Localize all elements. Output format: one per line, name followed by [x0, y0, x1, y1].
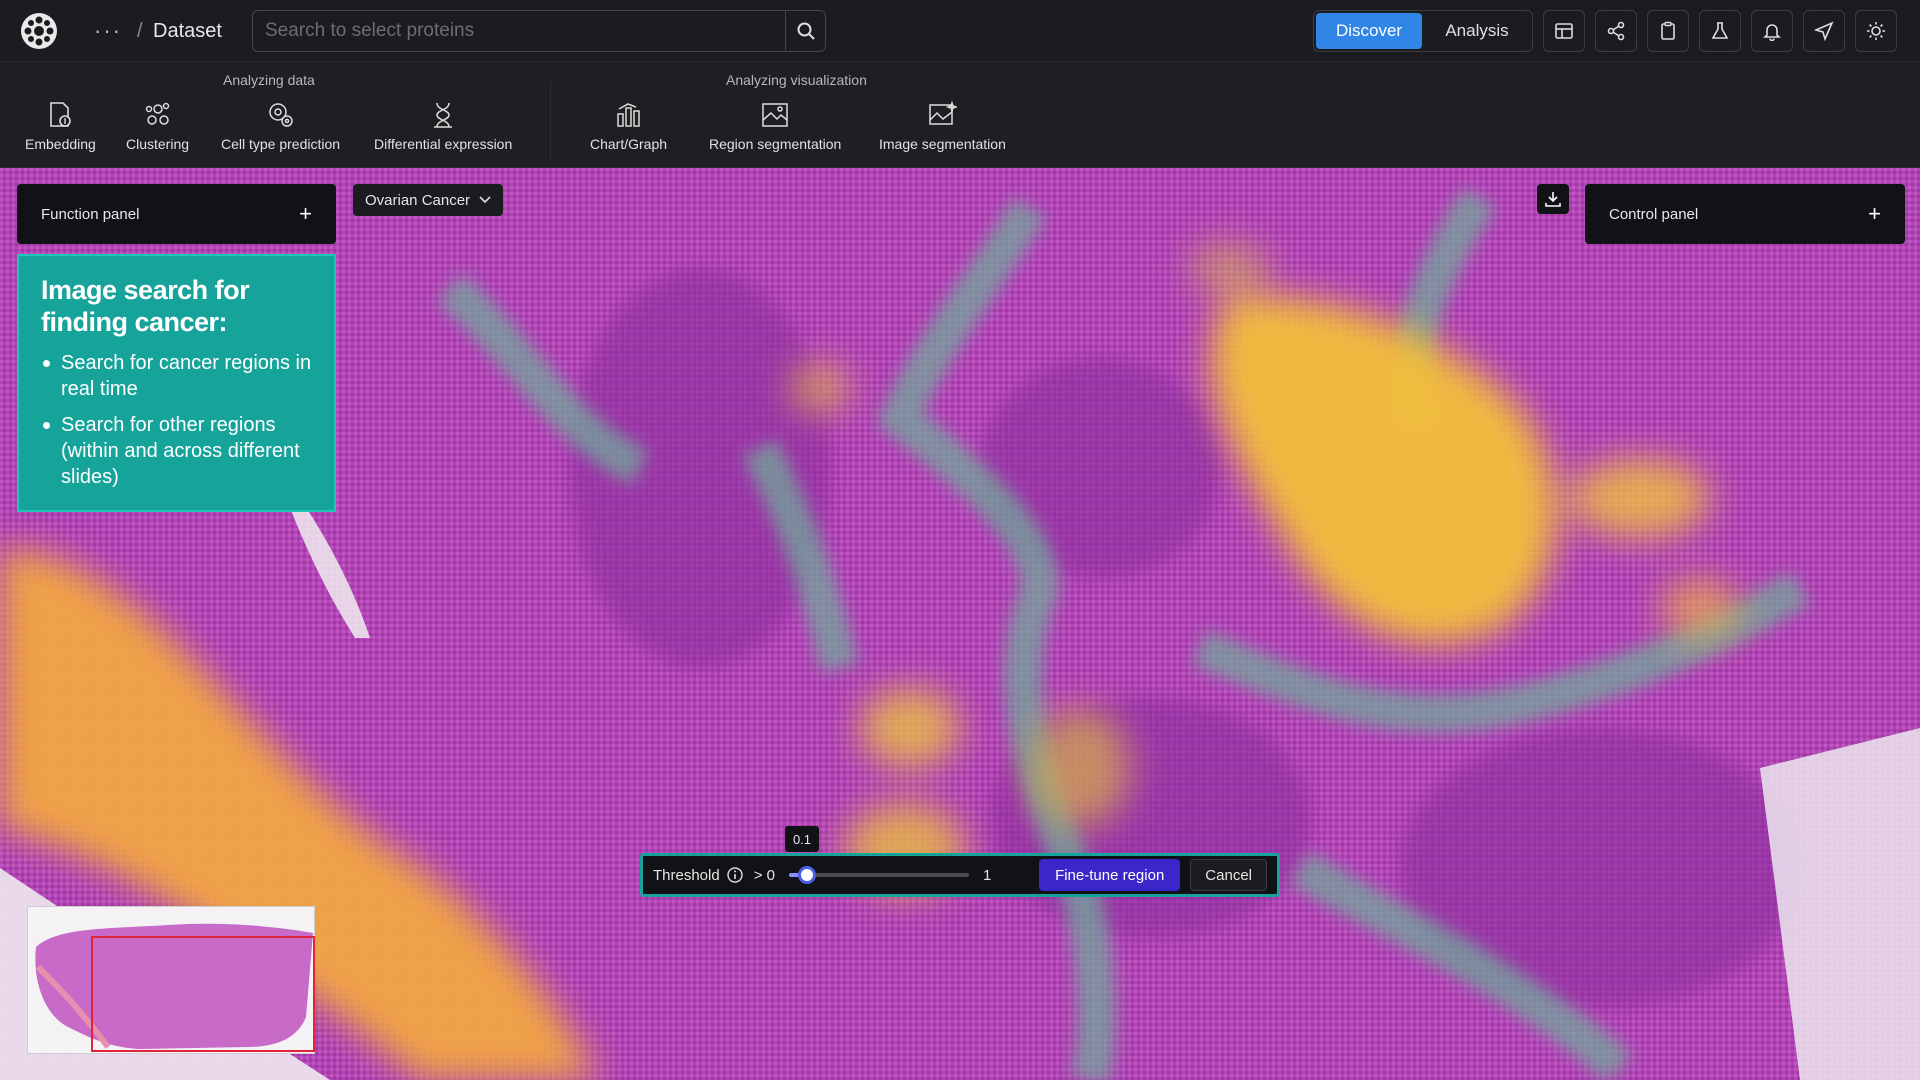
cancel-button[interactable]: Cancel [1190, 859, 1267, 891]
minimap-thumbnail [35, 923, 315, 1052]
theme-toggle-button[interactable] [1855, 10, 1897, 52]
breadcrumb-more-button[interactable]: ··· [94, 18, 122, 44]
info-icon[interactable] [726, 866, 744, 884]
fine-tune-region-button[interactable]: Fine-tune region [1039, 859, 1181, 891]
flask-button[interactable] [1699, 10, 1741, 52]
flask-icon [1711, 22, 1729, 39]
toolbar-divider [550, 82, 551, 162]
breadcrumb-separator: / [137, 20, 143, 42]
tool-label: Chart/Graph [590, 136, 668, 152]
feature-item: Search for other regions (within and acr… [41, 412, 312, 490]
tool-chart-graph[interactable]: Chart/Graph [590, 100, 667, 152]
tool-cell-type-prediction[interactable]: Cell type prediction [221, 100, 340, 152]
clipboard-button[interactable] [1647, 10, 1689, 52]
app-logo-icon[interactable] [20, 12, 58, 50]
image-segmentation-icon [929, 100, 958, 125]
function-panel-add-icon[interactable]: + [299, 201, 312, 227]
group-label-analyzing-visualization: Analyzing visualization [726, 72, 867, 88]
region-segmentation-icon [762, 103, 788, 127]
tool-clustering[interactable]: Clustering [126, 100, 189, 152]
header-actions [1543, 10, 1897, 52]
dataset-select-value: Ovarian Cancer [365, 191, 471, 209]
feature-list: Search for cancer regions in real time S… [41, 350, 312, 490]
group-label-analyzing-data: Analyzing data [223, 72, 315, 88]
feature-callout-title: Image search for finding cancer: [41, 275, 250, 337]
send-icon [1814, 21, 1834, 41]
mode-switch: Discover Analysis [1313, 10, 1533, 52]
dataset-select[interactable]: Ovarian Cancer [353, 184, 503, 216]
top-bar: ··· / Dataset Discover Analysis [0, 0, 1920, 62]
protein-search [252, 10, 826, 52]
differential-expression-icon [434, 102, 453, 128]
search-input[interactable] [253, 11, 785, 51]
threshold-value-tooltip: 0.1 [785, 826, 819, 852]
control-panel-title: Control panel [1609, 205, 1699, 223]
feature-item: Search for cancer regions in real time [41, 350, 312, 402]
clustering-icon [145, 102, 169, 125]
control-panel-add-icon[interactable]: + [1868, 201, 1881, 227]
search-button[interactable] [785, 11, 825, 51]
clipboard-icon [1661, 21, 1675, 40]
tab-analysis[interactable]: Analysis [1424, 13, 1530, 49]
download-icon [1545, 192, 1561, 207]
threshold-label: Threshold [653, 866, 720, 884]
threshold-min-label: > 0 [753, 866, 775, 884]
cell-type-icon [268, 103, 293, 127]
search-icon [797, 22, 815, 40]
download-button[interactable] [1537, 184, 1569, 214]
threshold-slider[interactable] [788, 866, 969, 884]
threshold-slider-handle[interactable] [797, 866, 816, 884]
breadcrumb-current[interactable]: Dataset [153, 20, 222, 43]
layout-icon [1555, 23, 1573, 39]
threshold-max-label: 1 [982, 866, 992, 884]
analysis-toolbar: Analyzing data Analyzing visualization E… [0, 62, 1920, 168]
layout-button[interactable] [1543, 10, 1585, 52]
bell-icon [1763, 24, 1781, 41]
threshold-toolbar: Threshold > 0 1 Fine-tune region Cancel [640, 853, 1280, 897]
chart-icon [616, 103, 640, 127]
share-button[interactable] [1595, 10, 1637, 52]
tool-label: Clustering [126, 136, 190, 152]
chevron-down-icon [479, 196, 491, 204]
control-panel[interactable]: Control panel + [1585, 184, 1905, 244]
tool-label: Cell type prediction [221, 136, 341, 152]
slide-minimap[interactable] [27, 906, 315, 1054]
notifications-button[interactable] [1751, 10, 1793, 52]
tool-label: Embedding [25, 136, 96, 152]
embedding-icon [50, 102, 72, 127]
tool-label: Image segmentation [879, 136, 1006, 152]
tool-label: Region segmentation [709, 136, 842, 152]
tool-image-segmentation[interactable]: Image segmentation [879, 100, 1006, 152]
share-icon [1607, 21, 1625, 41]
tool-region-segmentation[interactable]: Region segmentation [709, 100, 841, 152]
tool-differential-expression[interactable]: Differential expression [374, 100, 512, 152]
tool-embedding[interactable]: Embedding [25, 100, 96, 152]
tool-label: Differential expression [374, 136, 513, 152]
tab-discover[interactable]: Discover [1316, 13, 1422, 49]
sun-icon [1867, 22, 1885, 40]
send-button[interactable] [1803, 10, 1845, 52]
feature-callout: Image search for finding cancer: Search … [17, 254, 336, 512]
function-panel[interactable]: Function panel + [17, 184, 336, 244]
slide-viewer[interactable]: Function panel + Ovarian Cancer Control … [0, 168, 1920, 1080]
function-panel-title: Function panel [41, 205, 140, 223]
